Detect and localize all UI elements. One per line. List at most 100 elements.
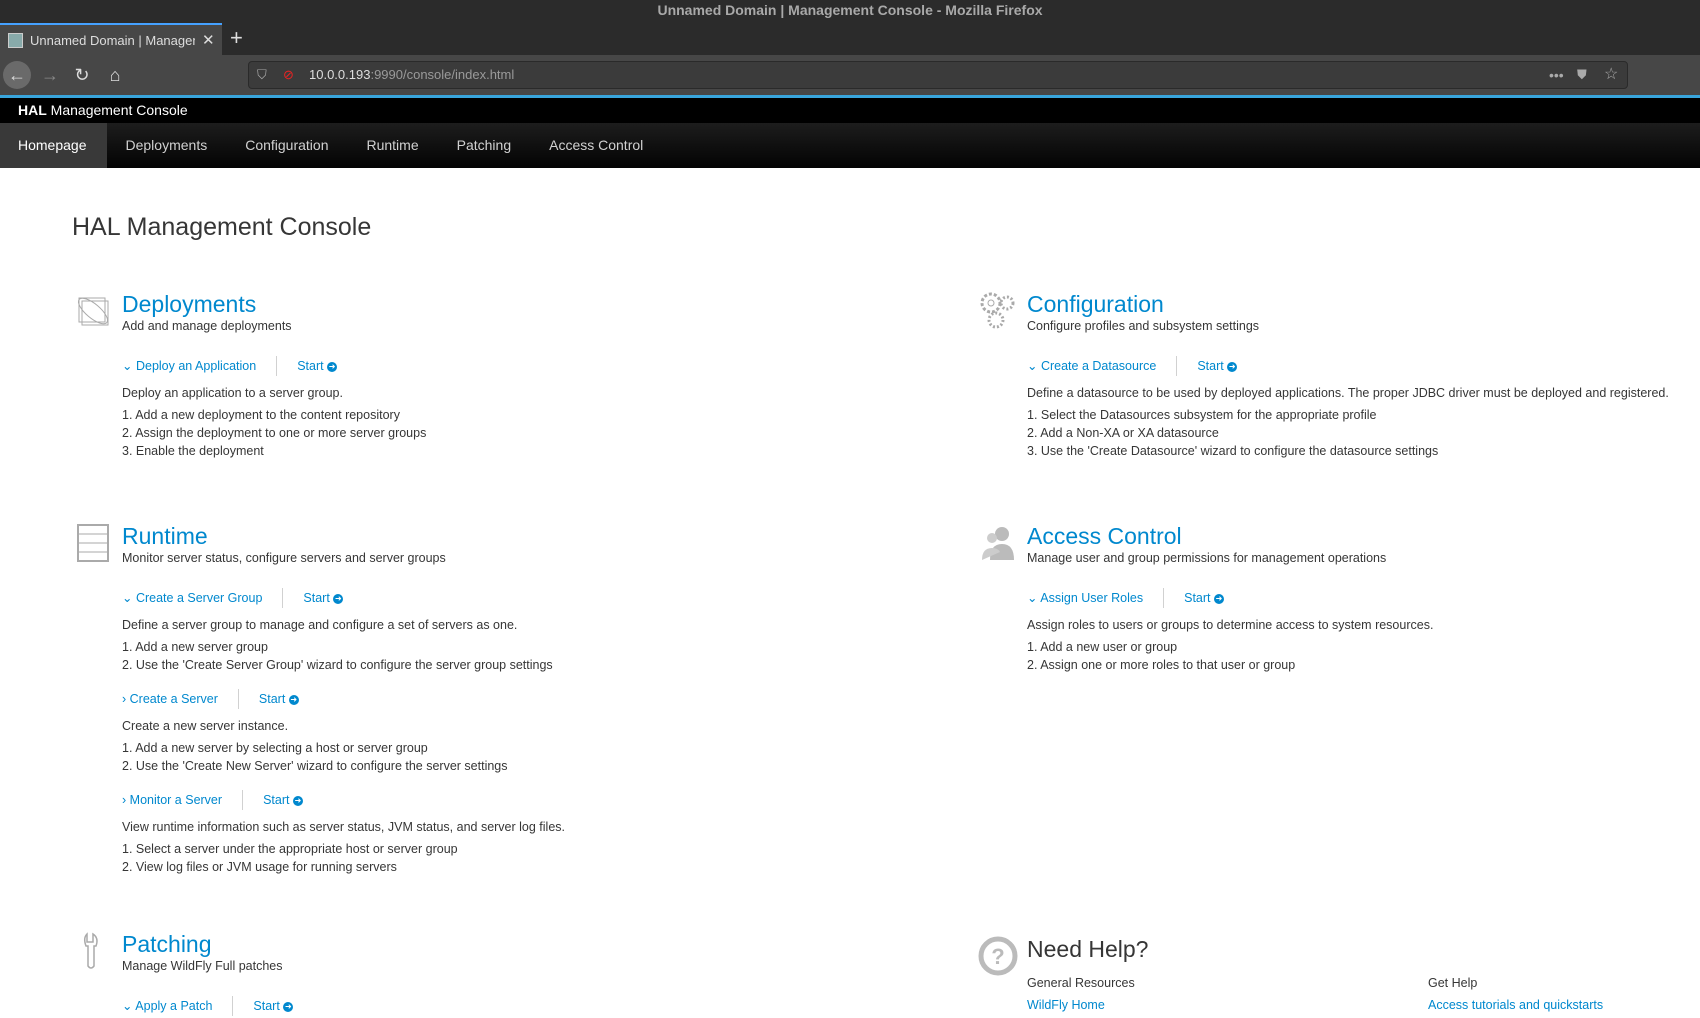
task-step: 2. Use the 'Create New Server' wizard to…: [122, 759, 508, 773]
forward-button[interactable]: →: [36, 61, 64, 89]
arrow-circle-icon: ➜: [1214, 593, 1224, 604]
task-description: Create a new server instance.: [122, 719, 289, 733]
svg-text:?: ?: [991, 944, 1004, 969]
shield-icon[interactable]: ⛉: [257, 62, 267, 88]
nav-access-control[interactable]: Access Control: [530, 123, 662, 168]
task-steps: 1. Add a new deployment to the content r…: [122, 406, 882, 460]
configuration-subtitle: Configure profiles and subsystem setting…: [1027, 319, 1260, 333]
task-toggle[interactable]: › Create a Server: [122, 689, 239, 709]
configuration-title[interactable]: Configuration: [1027, 290, 1700, 318]
nav-runtime[interactable]: Runtime: [347, 123, 437, 168]
main-nav: Homepage Deployments Configuration Runti…: [0, 123, 1700, 168]
task-steps: 1. Add a new server by selecting a host …: [122, 739, 882, 775]
nav-homepage[interactable]: Homepage: [0, 123, 107, 168]
patching-subtitle: Manage WildFly Full patches: [122, 959, 283, 973]
home-button[interactable]: ⌂: [101, 61, 129, 89]
start-button[interactable]: Start ➜: [243, 793, 303, 807]
nav-patching[interactable]: Patching: [438, 123, 530, 168]
task-description: Deploy an application to a server group.: [122, 386, 343, 400]
window-title: Unnamed Domain | Management Console - Mo…: [0, 0, 1700, 23]
nav-configuration[interactable]: Configuration: [226, 123, 347, 168]
deployments-title[interactable]: Deployments: [122, 290, 882, 318]
start-button[interactable]: Start ➜: [1164, 591, 1224, 605]
patching-title[interactable]: Patching: [122, 930, 882, 958]
brand-bold: HAL: [18, 102, 47, 118]
patching-icon: [83, 932, 98, 969]
nav-deployments[interactable]: Deployments: [107, 123, 227, 168]
task-label: Apply a Patch: [135, 999, 213, 1013]
task-toggle[interactable]: › Monitor a Server: [122, 790, 244, 810]
task-step: 3. Enable the deployment: [122, 444, 264, 458]
chevron-icon: ⌄: [122, 591, 133, 605]
new-tab-button[interactable]: +: [230, 25, 243, 51]
task-step: 2. Use the 'Create Server Group' wizard …: [122, 658, 553, 672]
bookmark-star-icon[interactable]: ☆: [1604, 62, 1618, 88]
tab-label: Unnamed Domain | Management Console: [30, 32, 195, 48]
reload-button[interactable]: ↻: [68, 61, 96, 89]
chevron-icon: ›: [122, 793, 127, 807]
page-title: HAL Management Console: [72, 213, 372, 241]
url-bar[interactable]: ⛉ ⊘ 10.0.0.193:9990/console/index.html •…: [248, 61, 1628, 89]
configuration-icon: [980, 292, 1015, 329]
task-step: 2. View log files or JVM usage for runni…: [122, 860, 397, 874]
task-description: View runtime information such as server …: [122, 820, 566, 834]
task-step: 2. Add a Non-XA or XA datasource: [1027, 426, 1219, 440]
task-steps: 1. Select the Datasources subsystem for …: [1027, 406, 1700, 460]
arrow-circle-icon: ➜: [292, 795, 303, 806]
task-label: Create a Datasource: [1040, 359, 1157, 373]
deployments-subtitle: Add and manage deployments: [122, 319, 292, 333]
general-resources-heading: General Resources: [1027, 976, 1135, 990]
arrow-circle-icon: ➜: [1227, 361, 1238, 372]
arrow-circle-icon: ➜: [283, 1001, 294, 1012]
task-description: Define a server group to manage and conf…: [122, 618, 518, 632]
tab-strip: Unnamed Domain | Management Console ✕ +: [0, 23, 1700, 55]
start-button[interactable]: Start ➜: [283, 591, 344, 605]
start-label: Start: [263, 793, 290, 807]
task-label: Create a Server Group: [135, 591, 263, 605]
task-toggle[interactable]: ⌄ Deploy an Application: [122, 356, 278, 376]
chevron-icon: ⌄: [1027, 591, 1038, 605]
task-toggle[interactable]: ⌄ Create a Datasource: [1027, 356, 1178, 376]
insecure-lock-icon[interactable]: ⊘: [283, 62, 294, 88]
app-header: HAL Management Console: [0, 98, 1700, 123]
task-toggle[interactable]: ⌄ Assign User Roles: [1027, 588, 1165, 608]
task-description: Define a datasource to be used by deploy…: [1027, 386, 1669, 400]
wildfly-home-link[interactable]: WildFly Home: [1027, 994, 1135, 1016]
arrow-circle-icon: ➜: [333, 593, 344, 604]
start-button[interactable]: Start ➜: [1177, 359, 1238, 373]
back-button[interactable]: ←: [3, 61, 31, 89]
browser-tab[interactable]: Unnamed Domain | Management Console ✕: [0, 23, 222, 55]
runtime-icon: [77, 524, 109, 562]
task-toggle[interactable]: ⌄ Apply a Patch: [122, 996, 234, 1016]
start-button[interactable]: Start ➜: [239, 692, 299, 706]
browser-toolbar: ← → ↻ ⌂ ⛉ ⊘ 10.0.0.193:9990/console/inde…: [0, 55, 1700, 95]
task-toggle[interactable]: ⌄ Create a Server Group: [122, 588, 284, 608]
start-label: Start: [303, 591, 330, 605]
runtime-title[interactable]: Runtime: [122, 522, 882, 550]
arrow-circle-icon: ➜: [288, 694, 299, 705]
task-label: Create a Server: [129, 692, 218, 706]
pocket-icon[interactable]: ⛊: [1577, 62, 1587, 88]
favicon-icon: [8, 32, 23, 48]
start-label: Start: [258, 692, 286, 706]
start-button[interactable]: Start ➜: [233, 999, 294, 1013]
task-step: 2. Assign one or more roles to that user…: [1027, 658, 1296, 672]
close-tab-icon[interactable]: ✕: [202, 31, 215, 49]
brand-text: Management Console: [46, 102, 188, 118]
tutorials-link[interactable]: Access tutorials and quickstarts: [1428, 994, 1603, 1016]
chevron-icon: ⌄: [122, 359, 133, 373]
task-label: Monitor a Server: [129, 793, 223, 807]
task-label: Assign User Roles: [1040, 591, 1144, 605]
start-button[interactable]: Start ➜: [277, 359, 338, 373]
more-icon[interactable]: •••: [1549, 62, 1564, 88]
url-host: 10.0.0.193: [309, 67, 371, 82]
arrow-circle-icon: ➜: [327, 361, 338, 372]
task-step: 1. Add a new server group: [122, 640, 268, 654]
task-steps: 1. Add a new server group 2. Use the 'Cre…: [122, 638, 882, 674]
task-step: 1. Select the Datasources subsystem for …: [1027, 408, 1377, 422]
task-step: 1. Add a new deployment to the content r…: [122, 408, 400, 422]
access-title[interactable]: Access Control: [1027, 522, 1700, 550]
task-steps: 1. Select a server under the appropriate…: [122, 840, 882, 876]
task-step: 3. Use the 'Create Datasource' wizard to…: [1027, 444, 1439, 458]
task-step: 1. Select a server under the appropriate…: [122, 842, 458, 856]
